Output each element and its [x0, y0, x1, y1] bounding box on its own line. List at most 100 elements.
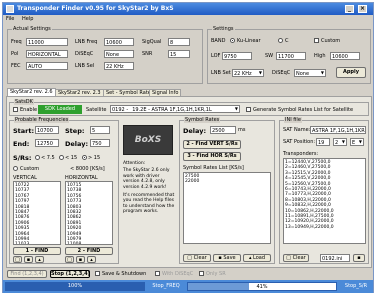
- ini-clear-label: Clear: [292, 255, 306, 261]
- probable-frequencies-label: Probable Frequencies: [14, 117, 70, 123]
- sr-c-label: > 15: [88, 155, 101, 161]
- find-horizontal-button[interactable]: 2 - FIND: [65, 247, 113, 255]
- horizontal-list[interactable]: 10715 10738 10756 10773 10803 10832 1086…: [65, 181, 113, 245]
- band-c-radio[interactable]: [278, 38, 283, 43]
- find-hor-sr-button[interactable]: 3 - Find HOR S/Rs: [183, 152, 241, 161]
- with-diseqc-checkbox[interactable]: [155, 271, 160, 276]
- save-shutdown-checkbox[interactable]: [95, 271, 100, 276]
- tab-skystar2-rev26[interactable]: SkyStar2 rev. 2.6: [7, 88, 56, 96]
- step-field[interactable]: 5: [90, 126, 110, 134]
- lnb-sel-label: LNB Sel: [75, 63, 95, 69]
- freq-delay-field[interactable]: 750: [90, 139, 110, 147]
- custom-radio[interactable]: [13, 166, 18, 171]
- satellite-select[interactable]: 0192 - _19.2E - ASTRA 1F,1G,1H,1KR,1L: [110, 105, 240, 113]
- list-item[interactable]: 22000: [185, 179, 269, 184]
- vertical-list[interactable]: 10722 10737 10767 10797 10818 10847 1087…: [13, 181, 61, 245]
- ini-file-group: INI file SAT Name: ASTRA 1F,1G,1H,1KR, S…: [279, 117, 369, 264]
- band-ku-radio[interactable]: [230, 38, 235, 43]
- sr-clear-button[interactable]: □ Clear: [183, 254, 211, 262]
- sr-c-radio[interactable]: [82, 155, 87, 160]
- fec-field[interactable]: AUTO: [26, 62, 68, 70]
- pol-field[interactable]: HORIZONTAL: [26, 50, 68, 58]
- attention-body: The SkyStar 2.6 only work with driver ve…: [123, 168, 170, 190]
- sr-progress-text: 41%: [256, 284, 268, 290]
- srate-label: S/Rs:: [13, 154, 32, 162]
- menu-help[interactable]: Help: [22, 16, 33, 22]
- lnb-freq-field[interactable]: 10600: [104, 38, 134, 46]
- close-button[interactable]: ×: [358, 5, 367, 13]
- save-icon[interactable]: ▪: [76, 256, 85, 263]
- end-label: End:: [13, 140, 30, 148]
- sr-b-radio[interactable]: [59, 155, 64, 160]
- sr-load-button[interactable]: ▴ Load: [243, 254, 271, 262]
- snr-field: 15: [168, 50, 190, 58]
- start-field[interactable]: 10700: [35, 126, 59, 134]
- custom-label: Custom: [321, 38, 341, 44]
- enable-checkbox[interactable]: [13, 107, 18, 112]
- settings-label: Settings: [212, 26, 235, 32]
- end-field[interactable]: 12750: [35, 139, 59, 147]
- diseqc-field[interactable]: None: [104, 50, 134, 58]
- ini-file-field[interactable]: 0192.ini: [320, 254, 350, 262]
- generate-checkbox[interactable]: [246, 107, 251, 112]
- sr-a-radio[interactable]: [35, 155, 40, 160]
- new-icon[interactable]: □: [65, 256, 74, 263]
- sr-delay-unit: ms: [238, 127, 246, 133]
- freq-progress: 100%: [5, 282, 145, 291]
- transponders-list[interactable]: 1=12440,V,27500,0 2=12460,V,27500,0 3=12…: [283, 158, 366, 244]
- band-ku-label: Ku-Linear: [237, 38, 261, 44]
- stop-all-button[interactable]: Stop (1,2,3,4): [50, 270, 90, 278]
- sr-save-button[interactable]: ▪ Save: [213, 254, 241, 262]
- lnb-freq-label: LNB Freq: [75, 39, 98, 45]
- lof-field[interactable]: 9750: [222, 52, 252, 60]
- sat-position-field[interactable]: 19: [316, 138, 330, 146]
- save-shutdown-label: Save & Shutdown: [102, 271, 147, 277]
- find-vertical-button[interactable]: 1 - FIND: [13, 247, 61, 255]
- freq-custom-value: < 8000 [KS/s]: [70, 166, 105, 172]
- menu-bar: File Help: [3, 15, 373, 23]
- menu-file[interactable]: File: [6, 16, 14, 22]
- tab-set-symbol-rate[interactable]: Set - Symbol Rate: [103, 89, 154, 96]
- list-item[interactable]: 13=10949,H,22000,0: [285, 225, 364, 230]
- minimize-button[interactable]: _: [345, 5, 354, 13]
- settings-diseqc-select[interactable]: None: [294, 69, 326, 77]
- tab-skystar2-rev23[interactable]: SkyStar2 rev. 2.3: [55, 89, 104, 96]
- sw-field[interactable]: 11700: [276, 52, 306, 60]
- apply-button[interactable]: Apply: [336, 67, 366, 78]
- list-item[interactable]: 11023: [15, 242, 59, 244]
- list-item[interactable]: 11008: [67, 242, 111, 244]
- ini-save-icon[interactable]: ▪: [353, 254, 365, 262]
- load-icon[interactable]: ▴: [87, 256, 96, 263]
- attention-title: Attention:: [123, 161, 146, 166]
- stop-freq-label: Stop_FREQ: [152, 283, 180, 289]
- custom-checkbox[interactable]: [314, 38, 319, 43]
- tab-signal-info[interactable]: Signal Info: [149, 89, 182, 96]
- sr-delay-field[interactable]: 2500: [210, 126, 236, 134]
- app-icon: [6, 5, 14, 13]
- high-field[interactable]: 10600: [330, 52, 360, 60]
- find-vert-sr-button[interactable]: 2 - Find VERT S/Rs: [183, 140, 241, 149]
- only-sr-checkbox[interactable]: [199, 271, 204, 276]
- tab-panel: SatsDK Enable SDK Loaded Satellite 0192 …: [6, 96, 372, 268]
- lnb-set-select[interactable]: 22 KHz: [232, 69, 264, 77]
- sw-label: SW: [265, 53, 274, 59]
- new-icon[interactable]: □: [13, 256, 22, 263]
- sat-name-field[interactable]: ASTRA 1F,1G,1H,1KR,: [310, 126, 366, 134]
- symbol-rate-list[interactable]: 27500 22000: [183, 172, 271, 244]
- status-bar: 100% Stop_FREQ 41% Stop_S/R: [3, 280, 373, 293]
- window-title: Transponder Finder v0.95 for SkyStar2 by…: [17, 5, 174, 12]
- freq-field[interactable]: 11000: [26, 38, 68, 46]
- find-all-button[interactable]: Find (1,2,3,4): [7, 270, 47, 278]
- transponders-label: Transponders:: [283, 151, 319, 157]
- enable-label: Enable: [20, 107, 38, 113]
- actual-settings-label: Actual Settings: [12, 26, 52, 32]
- sat-position-decimal[interactable]: 2: [333, 138, 347, 146]
- settings-diseqc-label: DiSEqC: [272, 70, 291, 76]
- sat-position-dir[interactable]: E: [350, 138, 364, 146]
- app-window: Transponder Finder v0.95 for SkyStar2 by…: [2, 2, 374, 293]
- save-icon[interactable]: ▪: [24, 256, 33, 263]
- freq-custom-label: Custom: [20, 166, 40, 172]
- load-icon[interactable]: ▴: [35, 256, 44, 263]
- ini-clear-button[interactable]: □ Clear: [283, 254, 309, 262]
- lnb-sel-field[interactable]: 22 KHz: [104, 62, 134, 70]
